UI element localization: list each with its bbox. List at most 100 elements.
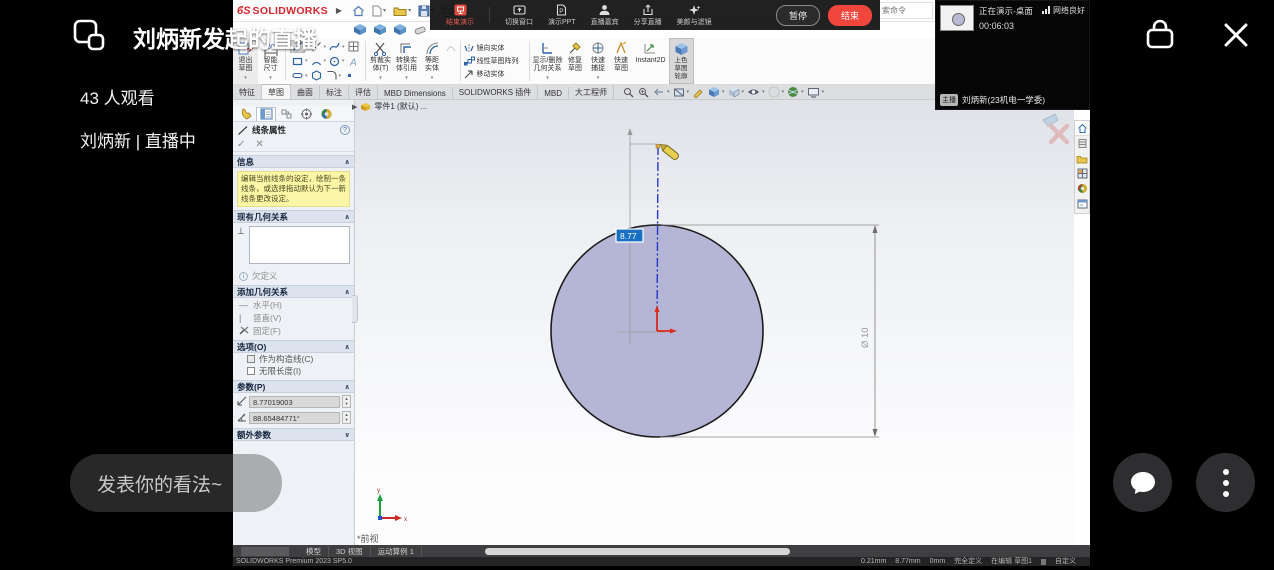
repair-sketch-button[interactable]: 修复 草图 [564, 38, 587, 84]
length-spinner[interactable]: ▲▼ [342, 395, 351, 408]
rectangle-tool-button[interactable] [290, 55, 305, 68]
view-orientation-icon[interactable] [708, 86, 720, 98]
open-button[interactable]: ▾ [393, 5, 411, 17]
tab-evaluate[interactable]: 评估 [349, 85, 378, 99]
pause-button[interactable]: 暂停 [776, 5, 820, 26]
eraser-tool-icon[interactable] [413, 24, 427, 36]
home-button[interactable] [352, 5, 365, 17]
resources-tab[interactable] [1075, 121, 1089, 136]
expand-chevron-icon[interactable]: ∨ [344, 431, 350, 439]
extra-parameters-header[interactable]: 额外参数 ∨ [233, 428, 354, 441]
close-icon[interactable] [1222, 21, 1250, 49]
collapse-chevron-icon[interactable]: ∧ [344, 213, 350, 221]
display-delete-relations-button[interactable]: 显示/删除 几何关系 ▾ [532, 38, 564, 84]
collapse-chevron-icon[interactable]: ∧ [344, 343, 350, 351]
instant2d-button[interactable]: Instant2D [633, 38, 669, 84]
convert-caret[interactable]: ▾ [405, 75, 408, 81]
help-icon[interactable]: ? [340, 125, 350, 135]
tab-annotate[interactable]: 标注 [320, 85, 349, 99]
mirror-entities-button[interactable]: 镜向实体 [463, 42, 527, 55]
convert-entities-button[interactable]: 转换实 体引用 ▾ [394, 38, 420, 84]
hide-show-items-icon[interactable] [747, 87, 760, 97]
cancel-button[interactable]: ✕ [255, 139, 263, 150]
relations-listbox[interactable] [249, 226, 350, 264]
feature-manager-tab[interactable] [236, 107, 256, 121]
existing-relations-header[interactable]: 现有几何关系 ∧ [233, 210, 354, 223]
dimension-input-box[interactable]: 8.77 [616, 229, 643, 242]
file-explorer-tab[interactable] [1075, 151, 1089, 166]
tab-scroll-area[interactable] [241, 547, 289, 556]
point-tool-button[interactable] [342, 69, 357, 82]
present-ppt-button[interactable]: P 演示PPT [548, 0, 576, 30]
angle-value-field[interactable]: 88.65484771° [249, 412, 340, 424]
end-live-button[interactable]: 结束 [828, 5, 872, 26]
rapid-sketch-button[interactable]: 快速 草图 [610, 38, 633, 84]
slot-tool-button[interactable] [290, 69, 305, 82]
configuration-manager-tab[interactable] [276, 107, 296, 121]
fix-relation-button[interactable]: 固定(F) [239, 324, 354, 337]
part-cube-icon[interactable] [353, 23, 367, 36]
tab-mbd-dimensions[interactable]: MBD Dimensions [378, 87, 453, 99]
view-settings-icon[interactable] [807, 87, 820, 98]
add-relations-header[interactable]: 添加几何关系 ∧ [233, 285, 354, 298]
motion-study-tab[interactable]: 运动算例 1 [371, 546, 422, 557]
exit-sketch-caret[interactable]: ▾ [244, 75, 247, 81]
tab-mbd[interactable]: MBD [538, 87, 569, 99]
tab-sw-addins[interactable]: SOLIDWORKS 插件 [453, 85, 538, 99]
design-library-tab[interactable] [1075, 136, 1089, 151]
quick-snaps-button[interactable]: 快速 捕捉 ▾ [587, 38, 610, 84]
edit-appearance-icon[interactable] [768, 86, 780, 98]
line-endpoint[interactable] [656, 145, 660, 149]
offset-caret[interactable]: ▾ [431, 75, 434, 81]
display-style-icon[interactable] [728, 86, 740, 98]
circle-tool-button[interactable] [327, 55, 342, 68]
construction-line-option[interactable]: 作为构造线(C) [247, 353, 354, 365]
collapse-chevron-icon[interactable]: ∧ [344, 383, 350, 391]
display-manager-tab[interactable] [316, 107, 336, 121]
snaps-caret[interactable]: ▾ [597, 75, 600, 81]
custom-properties-tab[interactable] [1075, 196, 1089, 211]
smart-dimension-caret[interactable]: ▾ [269, 75, 272, 81]
horizontal-scrollbar-thumb[interactable] [485, 548, 790, 555]
more-options-button[interactable] [1196, 453, 1255, 512]
polygon-tool-button[interactable] [309, 69, 324, 82]
feature-tree-item[interactable]: ▶ 零件1 (默认) ... [352, 101, 427, 112]
arc-tool-button[interactable] [309, 55, 324, 68]
property-manager-tab[interactable] [256, 107, 276, 121]
switch-window-button[interactable]: 切换窗口 [505, 0, 533, 30]
sketch-picture-button[interactable] [346, 40, 361, 53]
confirmation-corner[interactable] [1043, 114, 1067, 142]
spline-tool-button[interactable] [327, 40, 342, 53]
info-section-header[interactable]: 信息 ∧ [233, 155, 354, 168]
trim-caret[interactable]: ▾ [379, 75, 382, 81]
previous-view-icon[interactable] [653, 87, 665, 98]
length-value-field[interactable]: 8.77019003 [249, 396, 340, 408]
zoom-fit-icon[interactable] [623, 87, 634, 98]
relations-caret[interactable]: ▾ [546, 75, 549, 81]
zoom-area-icon[interactable] [638, 87, 649, 98]
graphics-area[interactable]: Ø 10 8.77 [355, 100, 1074, 545]
section-view-icon[interactable] [673, 87, 685, 98]
menu-flyout-icon[interactable]: ▶ [336, 6, 342, 15]
linear-sketch-pattern-button[interactable]: 线性草图阵列 [463, 55, 527, 68]
assembly-cube-icon[interactable] [373, 23, 387, 36]
comment-input[interactable]: 发表你的看法~ [70, 454, 282, 512]
collapse-chevron-icon[interactable]: ∧ [344, 158, 350, 166]
horizontal-relation-button[interactable]: — 水平(H) [239, 298, 354, 311]
search-commands-box[interactable]: 索命令 [878, 2, 933, 19]
text-tool-button[interactable]: A [346, 55, 361, 68]
offset-entities-button[interactable]: 等距 实体 ▾ [420, 38, 445, 84]
vertical-relation-button[interactable]: | 竖直(V) [239, 311, 354, 324]
tab-features[interactable]: 特征 [233, 85, 262, 99]
tree-expand-arrow-icon[interactable]: ▶ [352, 103, 357, 111]
dynamic-annotation-icon[interactable] [692, 87, 704, 98]
angle-spinner[interactable]: ▲▼ [342, 411, 351, 424]
construction-checkbox[interactable] [247, 355, 255, 363]
tab-sketch[interactable]: 草图 [262, 84, 291, 99]
model-tab[interactable]: 模型 [299, 546, 329, 557]
shaded-sketch-contours-button[interactable]: 上色 草图 轮廓 [669, 38, 694, 84]
end-presentation-button[interactable]: 结束演示 [446, 0, 474, 30]
chat-button[interactable] [1113, 453, 1172, 512]
appearances-scenes-tab[interactable] [1075, 181, 1089, 196]
presenter-video-tile[interactable]: 正在演示-桌面 00:06:03 网络良好 主播 刘炳新(23机电一学委) [935, 0, 1090, 110]
